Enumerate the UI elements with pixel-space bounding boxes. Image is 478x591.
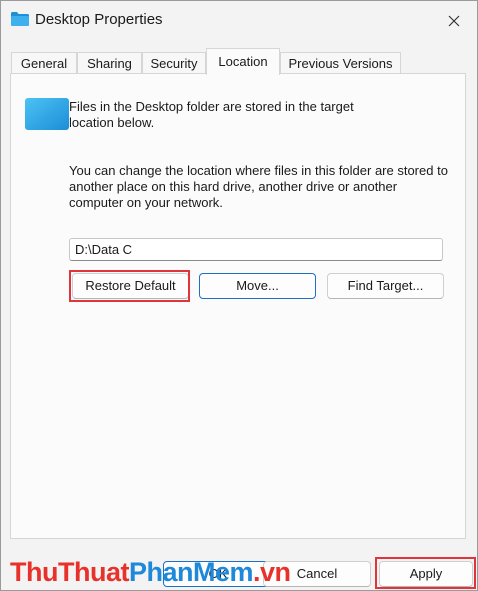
location-description: You can change the location where files … xyxy=(69,163,448,210)
apply-button[interactable]: Apply xyxy=(379,561,473,587)
properties-window: Desktop Properties General Sharing Secur… xyxy=(0,0,478,591)
site-watermark: ThuThuatPhanMem.vn xyxy=(10,554,291,590)
watermark-part-3: .vn xyxy=(253,557,291,587)
watermark-part-1: ThuThuat xyxy=(10,557,129,587)
restore-default-button[interactable]: Restore Default xyxy=(72,273,189,299)
close-icon xyxy=(448,15,460,27)
location-path-input[interactable]: D:\Data C xyxy=(69,238,443,261)
move-button[interactable]: Move... xyxy=(199,273,316,299)
tab-previous-versions[interactable]: Previous Versions xyxy=(280,52,401,74)
folder-icon xyxy=(25,98,69,130)
tab-general[interactable]: General xyxy=(11,52,77,74)
location-tab-panel: Files in the Desktop folder are stored i… xyxy=(10,73,466,539)
folder-icon xyxy=(11,12,29,26)
window-title: Desktop Properties xyxy=(35,11,163,28)
location-info-text: Files in the Desktop folder are stored i… xyxy=(69,99,354,130)
tab-security[interactable]: Security xyxy=(142,52,206,74)
tab-location[interactable]: Location xyxy=(206,48,280,75)
title-bar: Desktop Properties xyxy=(1,1,477,41)
close-button[interactable] xyxy=(439,7,469,35)
find-target-button[interactable]: Find Target... xyxy=(327,273,444,299)
watermark-part-2: PhanMem xyxy=(128,557,254,587)
tab-sharing[interactable]: Sharing xyxy=(77,52,142,74)
